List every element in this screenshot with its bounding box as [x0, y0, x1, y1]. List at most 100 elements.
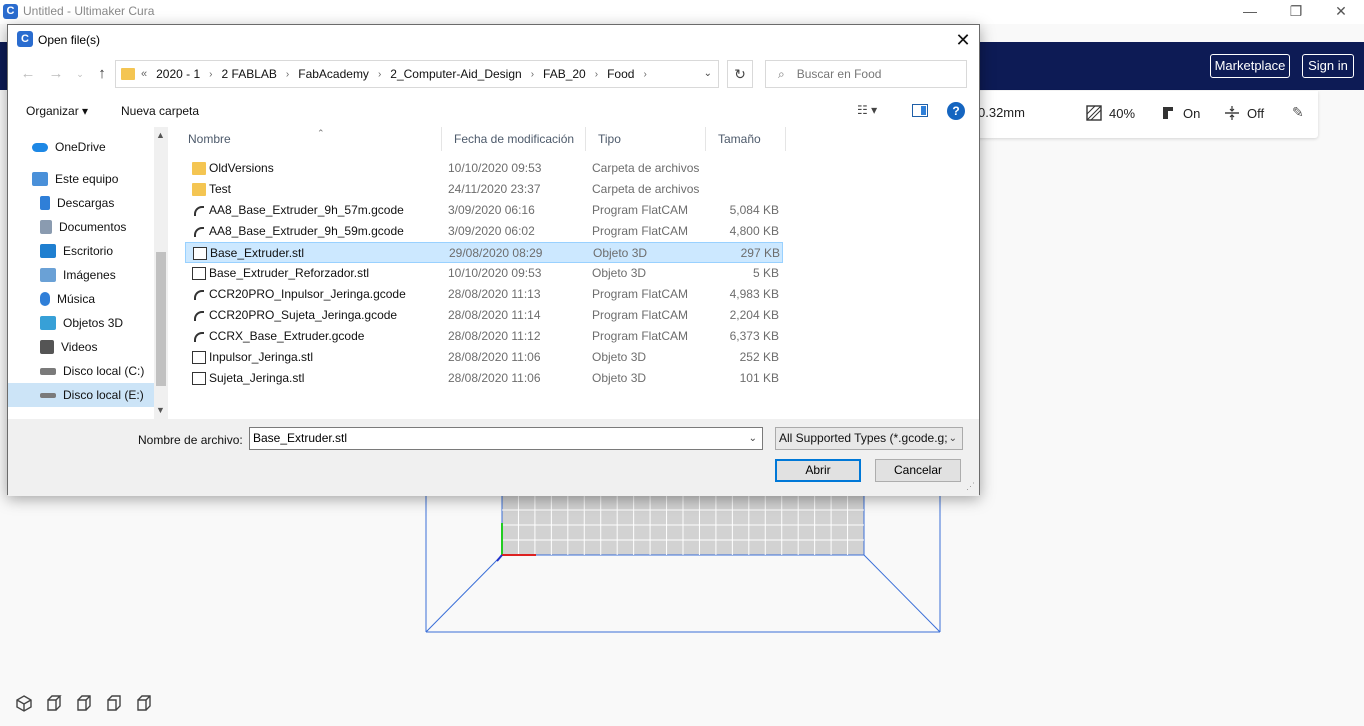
front-view-icon[interactable]	[44, 694, 64, 712]
file-name: OldVersions	[209, 161, 274, 175]
breadcrumb-item[interactable]: FabAcademy	[298, 67, 369, 81]
chevron-down-icon[interactable]: ⌄	[946, 428, 957, 449]
breadcrumb-item[interactable]: 2 FABLAB	[222, 67, 277, 81]
chevron-down-icon[interactable]: ▼	[156, 405, 165, 415]
file-row[interactable]: Test 24/11/2020 23:37 Carpeta de archivo…	[185, 179, 783, 200]
chevron-up-icon[interactable]: ▲	[156, 130, 165, 140]
nav-item-3d-objects[interactable]: Objetos 3D	[8, 311, 154, 335]
search-input[interactable]: ⌕ Buscar en Food	[765, 60, 967, 88]
infill-setting[interactable]: 40%	[1086, 105, 1135, 121]
forward-arrow-icon[interactable]: →	[46, 64, 66, 84]
right-view-icon[interactable]	[134, 694, 154, 712]
nav-item-downloads[interactable]: Descargas	[8, 191, 154, 215]
recent-locations-chevron-icon[interactable]: ⌄	[70, 64, 90, 84]
folder-icon	[192, 183, 206, 196]
print-settings-panel[interactable]: 0.32mm 40% On Off ✎	[960, 91, 1318, 138]
left-view-icon[interactable]	[104, 694, 124, 712]
file-row[interactable]: CCR20PRO_Inpulsor_Jeringa.gcode 28/08/20…	[185, 284, 783, 305]
chevron-right-icon[interactable]: ›	[643, 69, 646, 80]
chevron-down-icon[interactable]: ⌄	[704, 68, 712, 79]
nav-item-documents[interactable]: Documentos	[8, 215, 154, 239]
marketplace-button[interactable]: Marketplace	[1210, 54, 1290, 78]
address-bar[interactable]: « 2020 - 1 › 2 FABLAB › FabAcademy › 2_Comp…	[115, 60, 719, 88]
file-date: 3/09/2020 06:16	[448, 203, 535, 217]
file-name: Test	[209, 182, 232, 196]
nav-item-drive-e[interactable]: Disco local (E:)	[8, 383, 154, 407]
column-header-date[interactable]: Fecha de modificación	[442, 127, 586, 151]
preview-pane-icon[interactable]	[912, 104, 928, 117]
drive-icon	[40, 392, 56, 398]
file-date: 28/08/2020 11:14	[448, 308, 541, 322]
nav-item-music[interactable]: Música	[8, 287, 154, 311]
file-row[interactable]: AA8_Base_Extruder_9h_59m.gcode 3/09/2020…	[185, 221, 783, 242]
top-view-icon[interactable]	[74, 694, 94, 712]
file-size: 6,373 KB	[729, 329, 779, 343]
maximize-button[interactable]: ❐	[1273, 2, 1319, 22]
nav-item-videos[interactable]: Videos	[8, 335, 154, 359]
pencil-icon[interactable]: ✎	[1292, 104, 1304, 121]
sign-in-button[interactable]: Sign in	[1302, 54, 1354, 78]
new-folder-button[interactable]: Nueva carpeta	[121, 104, 199, 118]
cancel-button[interactable]: Cancelar	[875, 459, 961, 482]
nav-item-onedrive[interactable]: OneDrive	[8, 135, 154, 159]
support-value: On	[1183, 105, 1201, 121]
file-row-selected[interactable]: Base_Extruder.stl 29/08/2020 08:29 Objet…	[185, 242, 783, 263]
minimize-button[interactable]: —	[1227, 2, 1273, 22]
window-title: Untitled - Ultimaker Cura	[23, 4, 155, 18]
chevron-right-icon[interactable]: ›	[595, 69, 598, 80]
nav-item-this-pc[interactable]: Este equipo	[8, 167, 154, 191]
column-header-type[interactable]: Tipo	[586, 127, 706, 151]
gcode-file-icon	[194, 311, 204, 321]
file-type-select[interactable]: All Supported Types (*.gcode.g; ⌄	[775, 427, 963, 450]
adhesion-setting[interactable]: Off	[1224, 105, 1264, 121]
refresh-icon[interactable]: ↻	[727, 60, 753, 88]
3d-objects-icon	[40, 316, 56, 330]
breadcrumb-overflow[interactable]: «	[141, 68, 147, 80]
open-button[interactable]: Abrir	[775, 459, 861, 482]
chevron-right-icon[interactable]: ›	[531, 69, 534, 80]
nav-item-desktop[interactable]: Escritorio	[8, 239, 154, 263]
chevron-right-icon[interactable]: ›	[209, 69, 212, 80]
build-plate-viewport[interactable]	[420, 495, 950, 640]
chevron-right-icon[interactable]: ›	[378, 69, 381, 80]
file-row[interactable]: AA8_Base_Extruder_9h_57m.gcode 3/09/2020…	[185, 200, 783, 221]
breadcrumb-item[interactable]: Food	[607, 67, 634, 81]
nav-item-pictures[interactable]: Imágenes	[8, 263, 154, 287]
navigation-scrollbar[interactable]: ▲ ▼	[154, 127, 168, 419]
file-row[interactable]: OldVersions 10/10/2020 09:53 Carpeta de …	[185, 158, 783, 179]
layer-height-setting[interactable]: 0.32mm	[978, 105, 1025, 120]
file-row[interactable]: CCRX_Base_Extruder.gcode 28/08/2020 11:1…	[185, 326, 783, 347]
up-arrow-icon[interactable]: ↑	[92, 64, 112, 84]
column-header-name[interactable]: Nombre ⌃	[176, 127, 442, 151]
cloud-icon	[32, 142, 48, 152]
breadcrumb-item[interactable]: FAB_20	[543, 67, 586, 81]
column-header-label: Nombre	[188, 132, 231, 146]
resize-grip-icon[interactable]: ⋰	[966, 481, 975, 492]
file-row[interactable]: Sujeta_Jeringa.stl 28/08/2020 11:06 Obje…	[185, 368, 783, 389]
back-arrow-icon[interactable]: ←	[18, 64, 38, 84]
organize-menu-button[interactable]: Organizar ▾	[26, 104, 88, 118]
dialog-close-button[interactable]: ✕	[948, 28, 978, 52]
filename-input[interactable]: Base_Extruder.stl ⌄	[249, 427, 763, 450]
3d-view-icon[interactable]	[14, 694, 34, 712]
breadcrumb-item[interactable]: 2_Computer-Aid_Design	[390, 67, 521, 81]
file-name: AA8_Base_Extruder_9h_59m.gcode	[209, 224, 404, 238]
folder-icon	[121, 68, 135, 80]
close-window-button[interactable]: ✕	[1318, 2, 1364, 22]
file-row[interactable]: CCR20PRO_Sujeta_Jeringa.gcode 28/08/2020…	[185, 305, 783, 326]
nav-item-label: Documentos	[59, 220, 127, 234]
help-icon[interactable]: ?	[947, 102, 965, 120]
file-row[interactable]: Inpulsor_Jeringa.stl 28/08/2020 11:06 Ob…	[185, 347, 783, 368]
file-name: Base_Extruder.stl	[210, 246, 305, 260]
scrollbar-thumb[interactable]	[156, 252, 166, 386]
file-row[interactable]: Base_Extruder_Reforzador.stl 10/10/2020 …	[185, 263, 783, 284]
breadcrumb-item[interactable]: 2020 - 1	[156, 67, 200, 81]
file-name: CCR20PRO_Inpulsor_Jeringa.gcode	[209, 287, 406, 301]
column-header-size[interactable]: Tamaño	[706, 127, 786, 151]
change-view-icon[interactable]: ☷ ▾	[857, 103, 877, 117]
chevron-down-icon[interactable]: ⌄	[749, 428, 757, 449]
nav-item-drive-c[interactable]: Disco local (C:)	[8, 359, 154, 383]
support-setting[interactable]: On	[1160, 105, 1200, 121]
chevron-right-icon[interactable]: ›	[286, 69, 289, 80]
infill-value: 40%	[1109, 105, 1136, 121]
